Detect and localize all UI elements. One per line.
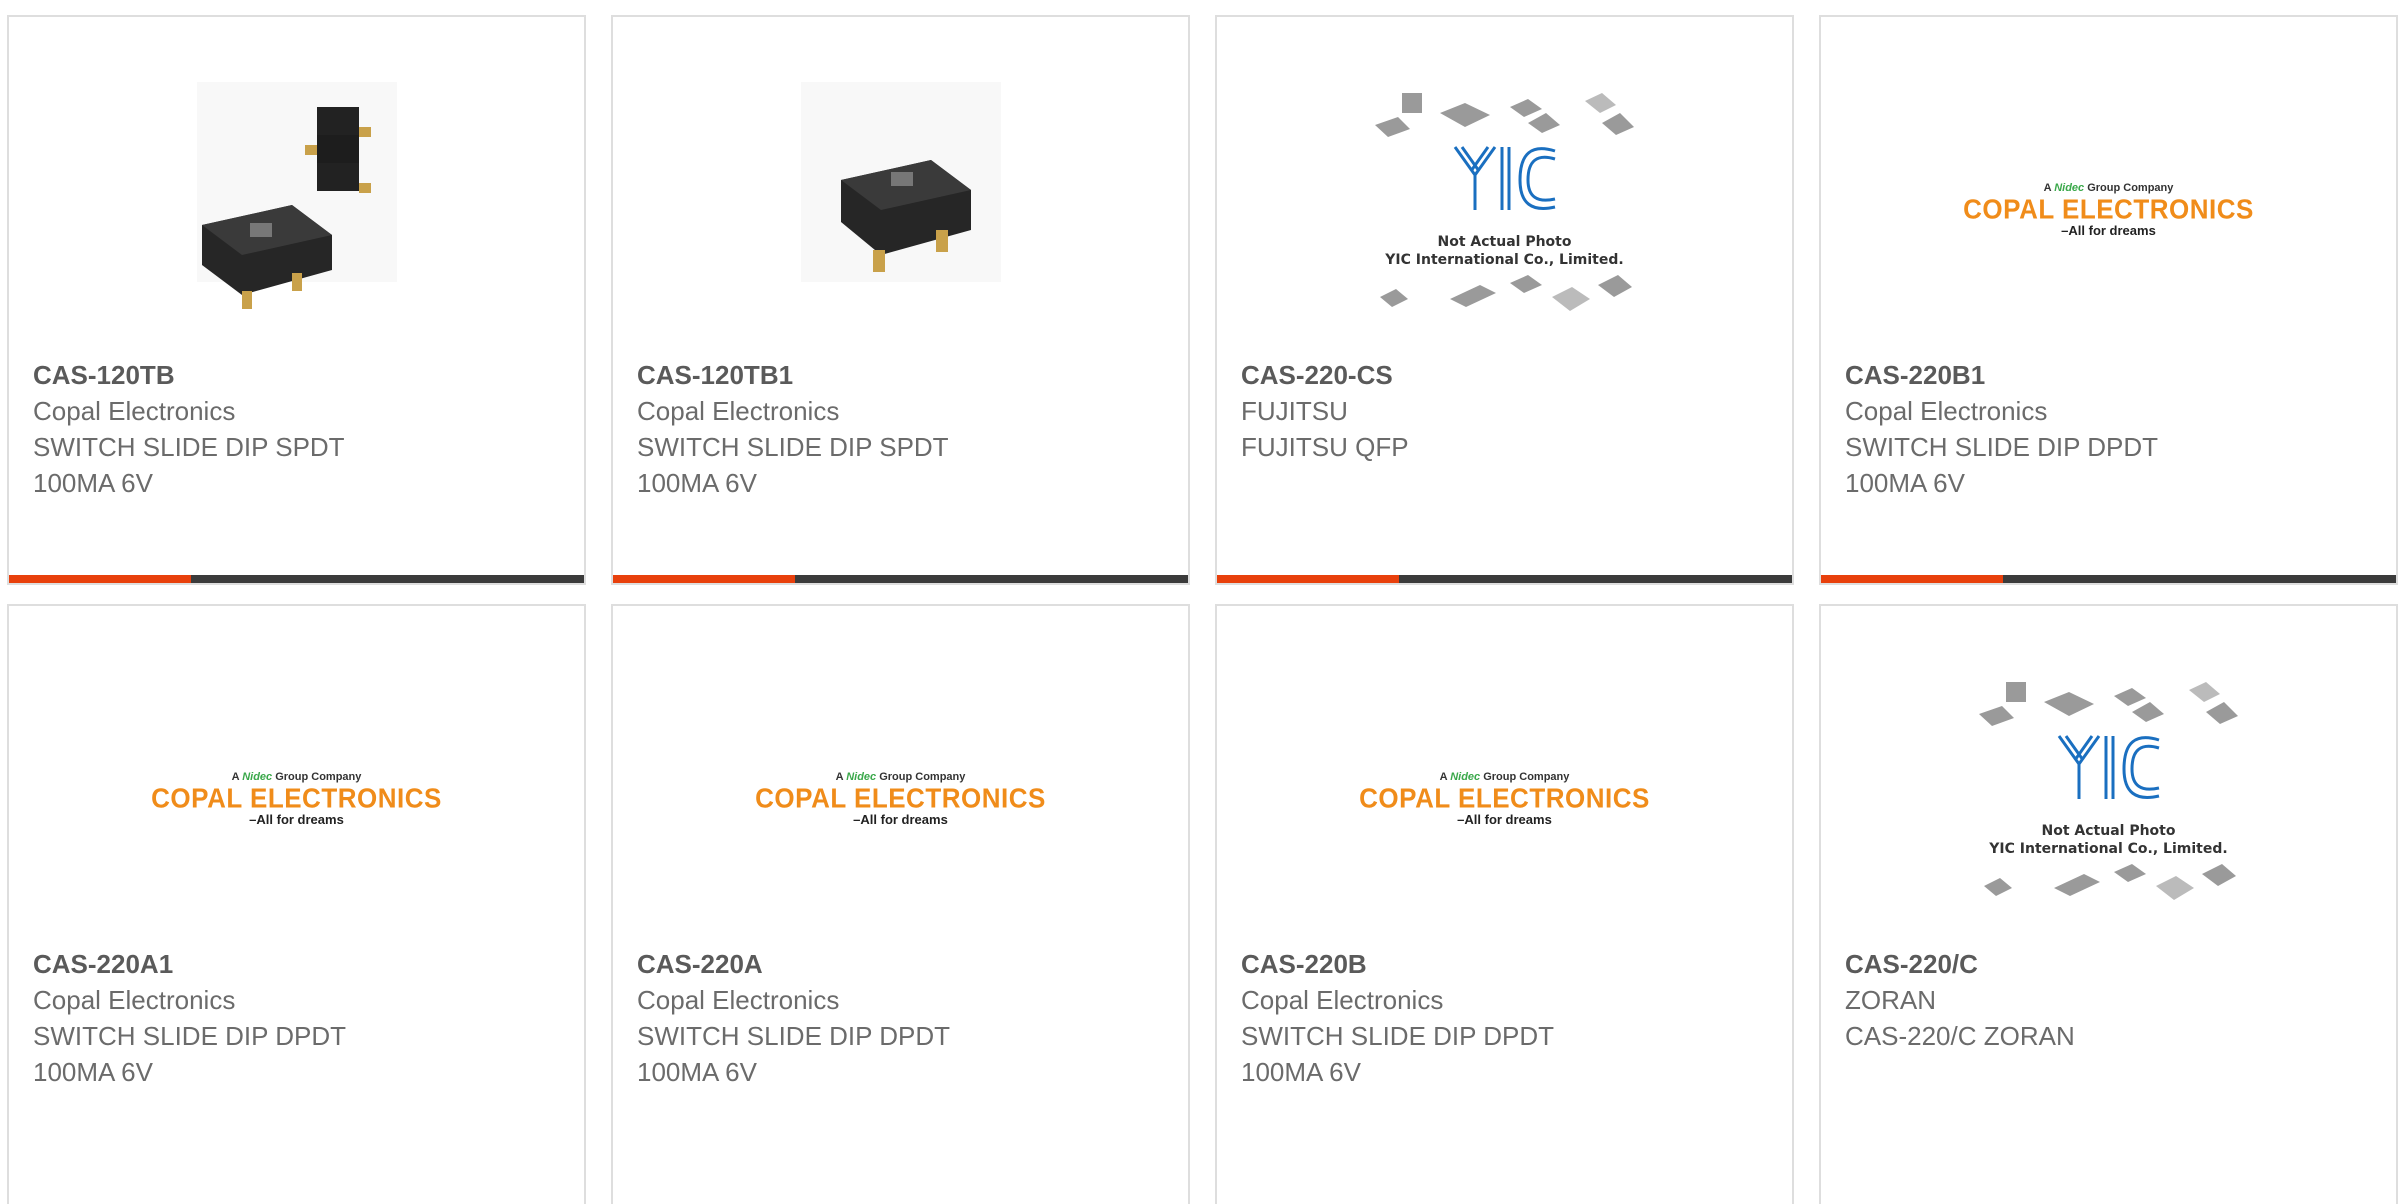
product-card[interactable]: Not Actual Photo YIC International Co., … <box>1215 15 1794 585</box>
part-number[interactable]: CAS-220A1 <box>33 946 346 982</box>
description: FUJITSU QFP <box>1241 432 1409 462</box>
product-card[interactable]: A Nidec Group Company COPAL ELECTRONICS … <box>611 604 1190 1204</box>
product-image[interactable]: Not Actual Photo YIC International Co., … <box>1944 666 2274 931</box>
copal-logo: A Nidec Group Company COPAL ELECTRONICS … <box>755 770 1046 827</box>
product-image[interactable] <box>132 77 462 342</box>
description: SWITCH SLIDE DIP DPDT 100MA 6V <box>637 1021 951 1087</box>
card-bar-accent <box>1821 575 2003 583</box>
yic-line1: Not Actual Photo <box>2041 822 2176 839</box>
product-image[interactable] <box>736 77 1066 342</box>
card-bar <box>1821 575 2396 583</box>
description: SWITCH SLIDE DIP SPDT 100MA 6V <box>637 432 949 498</box>
yic-placeholder-icon: Not Actual Photo YIC International Co., … <box>1370 85 1640 335</box>
part-number[interactable]: CAS-120TB <box>33 357 345 393</box>
description: CAS-220/C ZORAN <box>1845 1021 2075 1051</box>
yic-line2: YIC International Co., Limited. <box>1989 840 2228 857</box>
description: SWITCH SLIDE DIP DPDT 100MA 6V <box>33 1021 347 1087</box>
product-card[interactable]: A Nidec Group Company COPAL ELECTRONICS … <box>7 604 586 1204</box>
manufacturer: FUJITSU <box>1241 396 1348 426</box>
yic-line2: YIC International Co., Limited. <box>1385 251 1624 268</box>
product-image[interactable]: Not Actual Photo YIC International Co., … <box>1340 77 1670 342</box>
card-bar-accent <box>9 575 191 583</box>
manufacturer: Copal Electronics <box>637 396 840 426</box>
yic-placeholder-icon: Not Actual Photo YIC International Co., … <box>1974 674 2244 924</box>
part-number[interactable]: CAS-220A <box>637 946 950 982</box>
card-bar-accent <box>613 575 795 583</box>
manufacturer: ZORAN <box>1845 985 1936 1015</box>
yic-line1: Not Actual Photo <box>1437 233 1572 250</box>
part-number[interactable]: CAS-220B1 <box>1845 357 2158 393</box>
switch-photo-single-icon <box>840 159 971 272</box>
product-card[interactable]: A Nidec Group Company COPAL ELECTRONICS … <box>1215 604 1794 1204</box>
card-bar <box>9 575 584 583</box>
manufacturer: Copal Electronics <box>33 396 236 426</box>
product-card[interactable]: Not Actual Photo YIC International Co., … <box>1819 604 2398 1204</box>
product-image[interactable]: A Nidec Group Company COPAL ELECTRONICS … <box>1944 77 2274 342</box>
description: SWITCH SLIDE DIP SPDT 100MA 6V <box>33 432 345 498</box>
switch-photo-double-icon <box>201 106 371 309</box>
card-bar <box>613 575 1188 583</box>
part-number[interactable]: CAS-120TB1 <box>637 357 949 393</box>
manufacturer: Copal Electronics <box>33 985 236 1015</box>
product-image[interactable]: A Nidec Group Company COPAL ELECTRONICS … <box>736 666 1066 931</box>
product-card[interactable]: A Nidec Group Company COPAL ELECTRONICS … <box>1819 15 2398 585</box>
product-image[interactable]: A Nidec Group Company COPAL ELECTRONICS … <box>1340 666 1670 931</box>
part-number[interactable]: CAS-220-CS <box>1241 357 1409 393</box>
copal-logo: A Nidec Group Company COPAL ELECTRONICS … <box>151 770 442 827</box>
manufacturer: Copal Electronics <box>637 985 840 1015</box>
part-number[interactable]: CAS-220/C <box>1845 946 2075 982</box>
copal-logo: A Nidec Group Company COPAL ELECTRONICS … <box>1359 770 1650 827</box>
description: SWITCH SLIDE DIP DPDT 100MA 6V <box>1241 1021 1555 1087</box>
copal-logo: A Nidec Group Company COPAL ELECTRONICS … <box>1963 181 2254 238</box>
product-image[interactable]: A Nidec Group Company COPAL ELECTRONICS … <box>132 666 462 931</box>
card-bar <box>1217 575 1792 583</box>
card-bar-accent <box>1217 575 1399 583</box>
manufacturer: Copal Electronics <box>1845 396 2048 426</box>
description: SWITCH SLIDE DIP DPDT 100MA 6V <box>1845 432 2159 498</box>
manufacturer: Copal Electronics <box>1241 985 1444 1015</box>
part-number[interactable]: CAS-220B <box>1241 946 1554 982</box>
product-card[interactable]: CAS-120TB Copal Electronics SWITCH SLIDE… <box>7 15 586 585</box>
product-card[interactable]: CAS-120TB1 Copal Electronics SWITCH SLID… <box>611 15 1190 585</box>
